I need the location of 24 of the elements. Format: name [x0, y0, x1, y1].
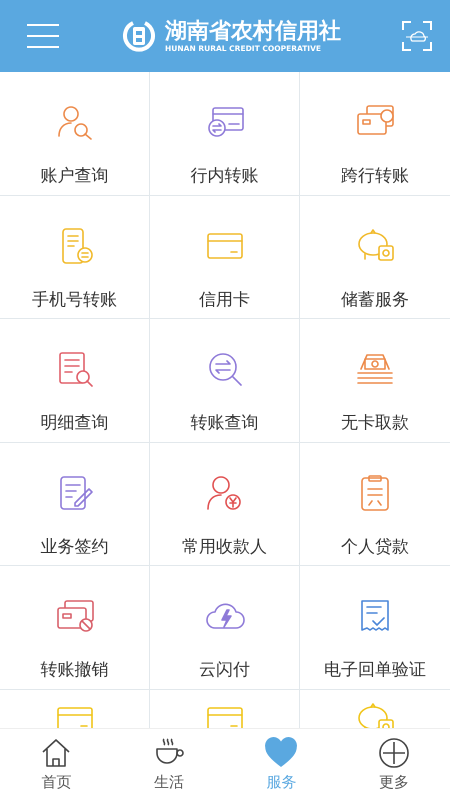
- add-circle-icon: [378, 736, 410, 768]
- service-item[interactable]: 转账查询: [150, 319, 300, 442]
- service-item[interactable]: 无卡取款: [300, 319, 450, 442]
- service-item[interactable]: 手机号转账: [0, 196, 150, 319]
- bank-title: 湖南省农村信用社: [165, 18, 341, 44]
- service-item[interactable]: 账户查询: [0, 72, 150, 196]
- service-item[interactable]: 云闪付: [150, 566, 300, 690]
- service-item[interactable]: 明细查询: [0, 319, 150, 442]
- service-item[interactable]: 常用收款人: [150, 442, 300, 566]
- service-item[interactable]: 跨行转账: [300, 72, 450, 196]
- scan-icon[interactable]: [402, 21, 432, 51]
- service-item[interactable]: 转账撤销: [0, 566, 150, 690]
- service-item[interactable]: 电子回单验证: [300, 566, 450, 690]
- nav-tab[interactable]: 首页: [0, 728, 112, 800]
- service-item[interactable]: 信用卡: [150, 196, 300, 319]
- nav-tab[interactable]: 生活: [112, 728, 225, 800]
- heart-icon: [265, 736, 298, 768]
- service-item[interactable]: 储蓄服务: [300, 196, 450, 319]
- nav-tab[interactable]: 更多: [338, 728, 450, 800]
- home-icon: [40, 736, 72, 768]
- service-item[interactable]: 个人贷款: [300, 442, 450, 566]
- menu-icon[interactable]: [26, 23, 60, 49]
- service-item[interactable]: 行内转账: [150, 72, 300, 196]
- service-item[interactable]: 业务签约: [0, 442, 150, 566]
